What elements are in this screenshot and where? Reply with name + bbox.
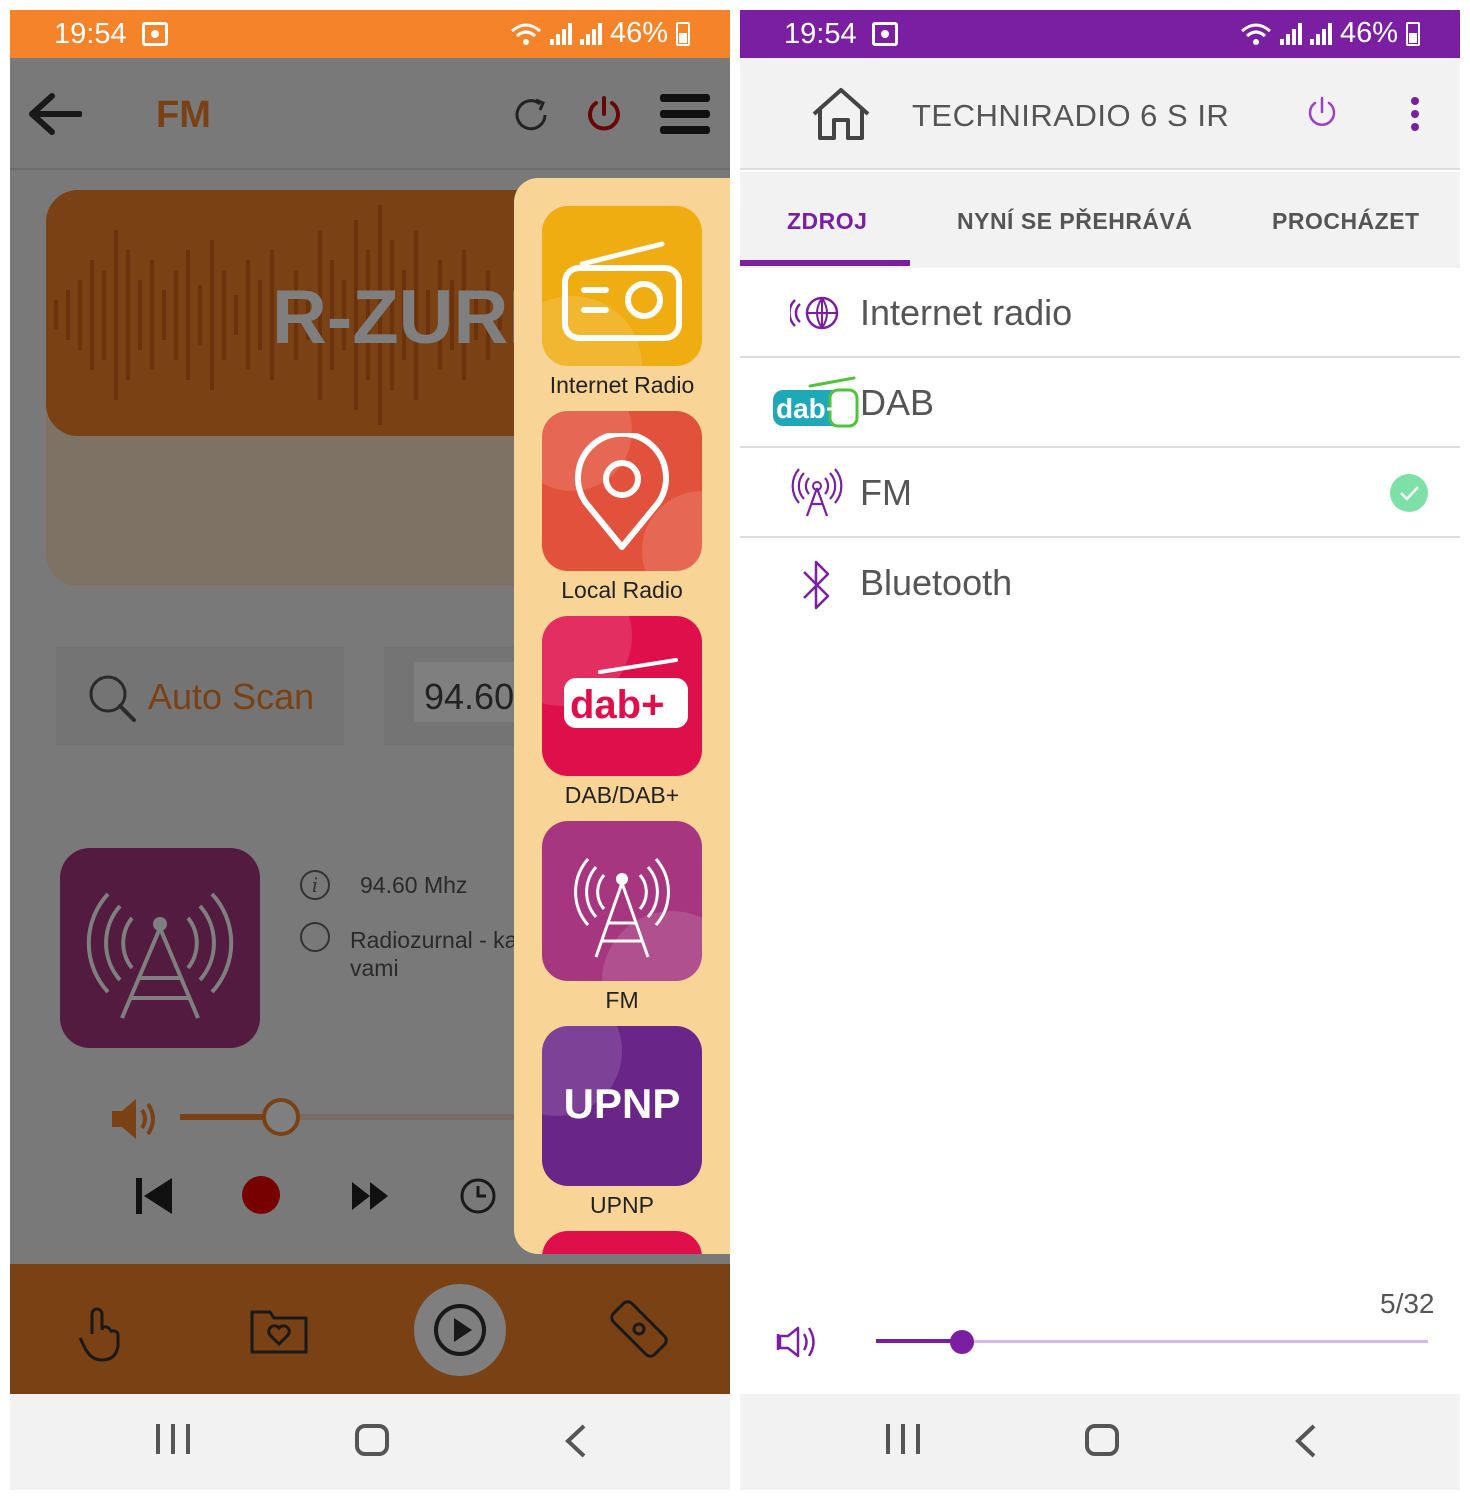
recent-apps-icon[interactable]: [156, 1424, 190, 1458]
status-time: 19:54: [784, 18, 857, 50]
source-tile-fm[interactable]: [542, 821, 702, 981]
volume-counter: 5/32: [1380, 1288, 1435, 1319]
volume-slider-knob[interactable]: [950, 1330, 975, 1354]
source-label: Bluetooth: [860, 562, 1013, 603]
battery-percent: 46%: [609, 17, 668, 49]
source-label: DAB/DAB+: [564, 782, 680, 808]
tab-prochazet[interactable]: PROCHÁZET: [1272, 208, 1420, 235]
source-row-bluetooth[interactable]: Bluetooth: [740, 538, 1460, 628]
tab-zdroj[interactable]: ZDROJ: [787, 208, 867, 235]
source-tile-upnp[interactable]: UPNP: [542, 1026, 702, 1186]
radio-icon: [562, 241, 682, 341]
location-pin-icon: [575, 433, 669, 550]
status-time: 19:54: [54, 18, 127, 50]
source-label: FM: [605, 987, 639, 1013]
active-tab-indicator: [740, 260, 910, 266]
system-nav-bar: [10, 1394, 730, 1490]
left-screen: 19:54 46% FM R-ZURI Auto Scan 94.60: [10, 10, 730, 1490]
source-row-dab[interactable]: dab+ DAB: [740, 358, 1460, 448]
source-tile-internet-radio[interactable]: [542, 206, 702, 366]
system-nav-bar: [740, 1394, 1460, 1490]
dab-plus-logo-icon: dab+: [773, 376, 859, 428]
home-icon[interactable]: [810, 86, 872, 142]
volume-icon[interactable]: [776, 1322, 824, 1362]
selected-check-icon: [1390, 474, 1428, 512]
right-screen: 19:54 46% TECHNIRADIO 6 S IR ZDROJ NYNÍ …: [740, 10, 1460, 1490]
wifi-icon: [1240, 23, 1271, 45]
back-nav-icon[interactable]: [562, 1424, 592, 1458]
wifi-icon: [510, 23, 541, 45]
dab-logo-text: dab+: [570, 683, 664, 727]
screenshot-icon: [142, 22, 168, 46]
source-tile-partial[interactable]: [542, 1231, 702, 1254]
antenna-tower-icon: [574, 858, 670, 958]
source-tile-dab[interactable]: dab+: [542, 616, 702, 776]
source-label: Internet Radio: [549, 372, 695, 398]
status-bar: 19:54 46%: [10, 10, 730, 58]
tab-nyni-se-prehrava[interactable]: NYNÍ SE PŘEHRÁVÁ: [957, 208, 1192, 235]
source-menu: Internet Radio Local Radio dab+ DAB/DAB+…: [514, 178, 730, 1254]
source-label: Local Radio: [561, 577, 683, 603]
source-row-internet-radio[interactable]: Internet radio: [740, 268, 1460, 358]
tab-bar: ZDROJ NYNÍ SE PŘEHRÁVÁ PROCHÁZET: [740, 172, 1460, 268]
screenshot-icon: [872, 22, 898, 46]
source-label: UPNP: [590, 1192, 654, 1218]
battery-percent: 46%: [1339, 17, 1398, 49]
signal-icon-2: [579, 22, 602, 45]
app-toolbar: TECHNIRADIO 6 S IR: [740, 58, 1460, 170]
source-label: FM: [860, 472, 912, 513]
source-row-fm[interactable]: FM: [740, 448, 1460, 538]
power-icon[interactable]: [1306, 96, 1338, 128]
battery-icon: [676, 21, 690, 46]
upnp-icon: UPNP: [563, 1080, 681, 1127]
dab-plus-icon: dab+: [564, 658, 688, 728]
source-tile-local-radio[interactable]: [542, 411, 702, 571]
fm-antenna-icon: [791, 468, 843, 517]
signal-icon: [549, 22, 572, 45]
back-nav-icon[interactable]: [1292, 1424, 1322, 1458]
bluetooth-icon: [803, 560, 830, 610]
recent-apps-icon[interactable]: [886, 1424, 920, 1458]
source-label: Internet radio: [860, 292, 1073, 333]
home-nav-icon[interactable]: [355, 1424, 389, 1456]
source-label: DAB: [860, 382, 935, 423]
status-bar: 19:54 46%: [740, 10, 1460, 58]
more-vert-icon[interactable]: [1408, 96, 1422, 132]
dab-logo-text: dab+: [776, 393, 842, 424]
home-nav-icon[interactable]: [1085, 1424, 1119, 1456]
internet-radio-icon: [790, 296, 839, 330]
signal-icon: [1279, 22, 1302, 45]
device-title: TECHNIRADIO 6 S IR: [912, 98, 1230, 133]
signal-icon-2: [1309, 22, 1332, 45]
battery-icon: [1406, 21, 1420, 46]
